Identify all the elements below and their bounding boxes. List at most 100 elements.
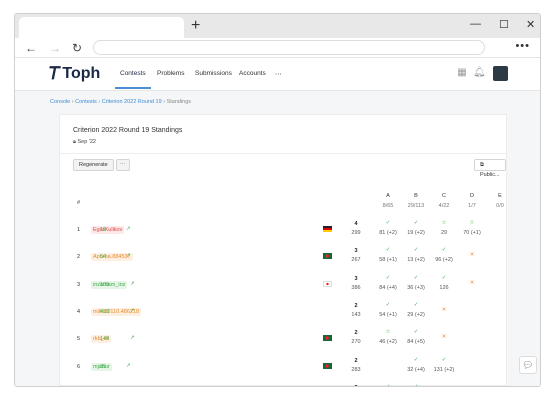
tab-bar: + — ☐ ✕ bbox=[15, 14, 540, 38]
table-row-rank: 2 bbox=[77, 254, 81, 261]
logo-mark-icon: 𝘛 bbox=[49, 64, 60, 83]
trend-icon: ↗ bbox=[130, 280, 135, 287]
user-rating: 35 bbox=[100, 363, 107, 370]
minimize-button[interactable]: — bbox=[470, 18, 481, 30]
rank-header: # bbox=[77, 200, 81, 206]
accepted-icon: ✓ bbox=[385, 301, 391, 308]
address-bar-row: ← → ↻ ••• bbox=[15, 38, 540, 58]
problem-stat: 0/0 bbox=[496, 203, 504, 209]
problem-letter-c[interactable]: C bbox=[432, 193, 456, 199]
problem-stat: 4/22 bbox=[438, 203, 450, 209]
back-icon[interactable]: ← bbox=[25, 41, 37, 55]
breadcrumb: Console › Contests › Criterion 2022 Roun… bbox=[50, 99, 192, 105]
flag-bd-icon bbox=[323, 335, 332, 342]
nav-accounts[interactable]: Accounts bbox=[239, 70, 266, 77]
breadcrumb-console[interactable]: Console bbox=[50, 99, 70, 105]
accepted-icon: ✓ bbox=[385, 247, 391, 254]
accepted-icon: ✓ bbox=[413, 274, 419, 281]
problem-stat: 1/7 bbox=[468, 203, 476, 209]
more-options-button[interactable]: ⋯ bbox=[116, 159, 130, 171]
penalty: 143 bbox=[351, 311, 361, 318]
avatar[interactable] bbox=[493, 66, 508, 81]
new-tab-button[interactable]: + bbox=[191, 16, 200, 36]
cell-time: 131 (+2) bbox=[433, 366, 455, 373]
maximize-button[interactable]: ☐ bbox=[499, 18, 509, 31]
accepted-icon: ✓ bbox=[441, 247, 447, 254]
solved-count: 2 bbox=[348, 385, 364, 386]
user-rating: 149 bbox=[100, 336, 110, 343]
cell-time: 84 (+5) bbox=[407, 339, 425, 346]
table-row-rank: 6 bbox=[77, 363, 81, 370]
url-input[interactable] bbox=[93, 40, 485, 55]
accepted-icon: ✓ bbox=[413, 220, 419, 226]
wrong-icon: ✕ bbox=[441, 306, 447, 313]
penalty: 270 bbox=[351, 339, 361, 346]
page-content: 𝘛 Toph Contests Problems Submissions Acc… bbox=[15, 59, 540, 386]
nav-submissions[interactable]: Submissions bbox=[195, 70, 232, 77]
trend-icon: ↗ bbox=[130, 307, 135, 314]
breadcrumb-contests[interactable]: Contests bbox=[75, 99, 97, 105]
forward-icon[interactable]: → bbox=[49, 41, 61, 55]
table-row-rank: 3 bbox=[77, 281, 81, 288]
site-header: 𝘛 Toph Contests Problems Submissions Acc… bbox=[15, 59, 540, 91]
problem-stat: 8/65 bbox=[382, 203, 394, 209]
public-button[interactable]: ⧉ Public... bbox=[474, 159, 506, 178]
flag-bd-icon bbox=[323, 253, 332, 260]
flag-jp-icon bbox=[323, 280, 332, 287]
wrong-icon: ✕ bbox=[469, 279, 475, 286]
user-rating: 11 bbox=[100, 227, 106, 233]
toph-logo[interactable]: 𝘛 Toph bbox=[49, 64, 100, 84]
first-solve-icon: ☆ bbox=[385, 329, 391, 336]
logo-text: Toph bbox=[62, 65, 101, 82]
problem-letter-a[interactable]: A bbox=[376, 193, 400, 199]
solved-count: 2 bbox=[354, 302, 358, 309]
accepted-icon: ✓ bbox=[385, 220, 391, 226]
divider bbox=[60, 153, 506, 154]
nav-problems[interactable]: Problems bbox=[157, 70, 184, 77]
breadcrumb-contest[interactable]: Criterion 2022 Round 19 bbox=[102, 99, 162, 105]
trend-icon: ↗ bbox=[130, 335, 135, 342]
solved-count: 2 bbox=[354, 357, 358, 364]
accepted-icon: ✓ bbox=[441, 356, 447, 363]
penalty: 267 bbox=[351, 257, 361, 264]
accepted-icon: ✓ bbox=[413, 383, 419, 387]
problem-letter-e[interactable]: E bbox=[488, 193, 512, 199]
close-window-button[interactable]: ✕ bbox=[526, 18, 535, 31]
user-link[interactable]: inzamam_inz bbox=[91, 280, 128, 289]
accepted-icon: ✓ bbox=[385, 274, 391, 281]
flag-bd-icon bbox=[323, 362, 332, 369]
table-row-rank: 4 bbox=[77, 308, 81, 315]
table-row-rank: 1 bbox=[77, 227, 81, 233]
user-rating: 54 bbox=[100, 254, 107, 261]
solved-count: 3 bbox=[354, 248, 358, 255]
browser-menu-button[interactable]: ••• bbox=[515, 40, 530, 52]
accepted-icon: ✓ bbox=[413, 247, 419, 254]
first-solve-icon: ☆ bbox=[441, 220, 447, 226]
chat-icon[interactable]: 💬︎ bbox=[519, 356, 537, 374]
accepted-icon: ✓ bbox=[441, 274, 447, 281]
browser-window: + — ☐ ✕ ← → ↻ ••• 𝘛 Toph Contests Proble… bbox=[14, 13, 541, 387]
user-link[interactable]: EgorKulikov bbox=[91, 226, 125, 234]
standings-card: Criterion 2022 Round 19 Standings 🔒︎ Sep… bbox=[59, 114, 507, 386]
user-rating: 108 bbox=[100, 281, 110, 288]
accepted-icon: ✓ bbox=[385, 383, 391, 387]
problem-letter-d[interactable]: D bbox=[460, 193, 484, 199]
cell-time: 29 (+2) bbox=[407, 311, 425, 318]
problem-letter-b[interactable]: B bbox=[404, 193, 428, 199]
nav-contests[interactable]: Contests bbox=[115, 70, 151, 89]
contest-date: 🔒︎ Sep '22 bbox=[73, 139, 96, 145]
bell-icon[interactable]: 🔔︎ bbox=[473, 67, 486, 79]
cell-time: 126 bbox=[439, 284, 449, 291]
browser-tab[interactable] bbox=[19, 17, 184, 38]
apps-grid-icon[interactable]: ▦ bbox=[456, 67, 468, 79]
reload-icon[interactable]: ↻ bbox=[72, 41, 82, 55]
penalty: 283 bbox=[351, 366, 361, 373]
page-title: Criterion 2022 Round 19 Standings bbox=[73, 127, 183, 134]
nav-more[interactable]: ⋯ bbox=[275, 70, 282, 78]
cell-time: 96 (+2) bbox=[435, 257, 453, 264]
solved-count: 2 bbox=[354, 330, 358, 337]
breadcrumb-current: Standings bbox=[166, 99, 192, 105]
regenerate-button[interactable]: Regenerate bbox=[73, 159, 114, 171]
trend-icon: ↗ bbox=[126, 226, 131, 232]
first-solve-icon: ☆ bbox=[469, 220, 475, 226]
